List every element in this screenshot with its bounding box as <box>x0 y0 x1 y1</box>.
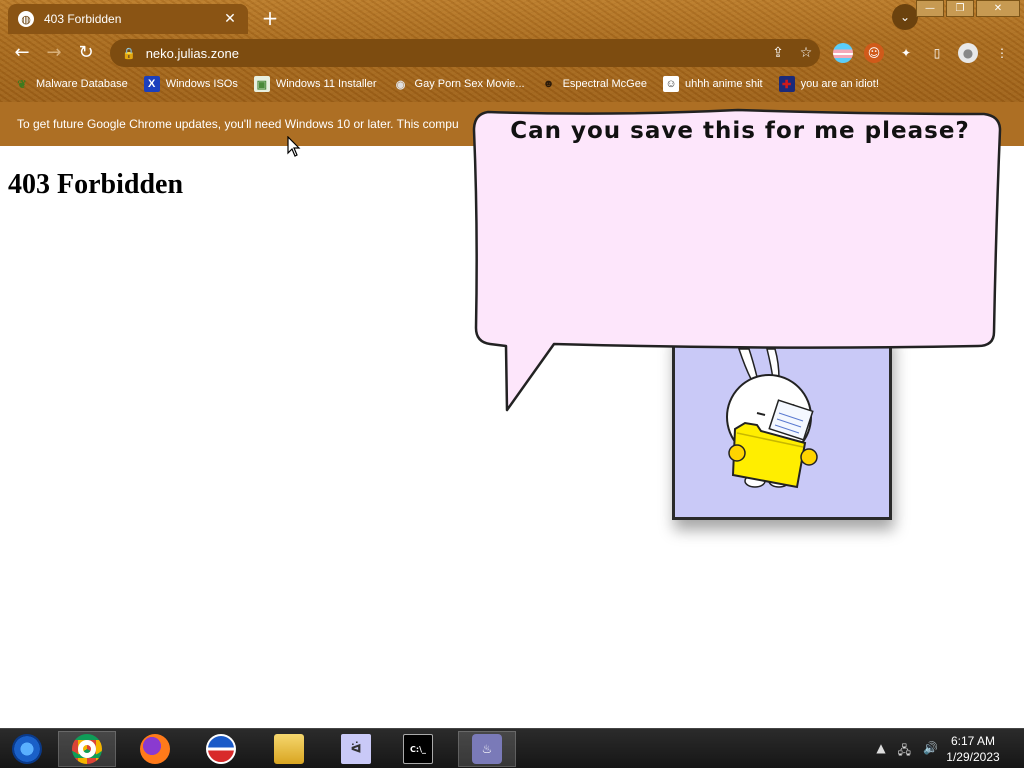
bookmark-windows-11-installer[interactable]: ▣ Windows 11 Installer <box>253 76 377 92</box>
back-icon[interactable]: ← <box>10 42 34 64</box>
bookmark-label: uhhh anime shit <box>684 78 763 90</box>
bookmark-label: you are an idiot! <box>800 78 879 90</box>
taskbar-obama-app[interactable] <box>192 731 250 767</box>
taskbar: ᐛ C:\_ ♨ ▲ 🖧 🔊 6:17 AM 1/29/2023 <box>0 728 1024 768</box>
url-text[interactable]: neko.julias.zone <box>146 46 764 61</box>
bookmark-label: Windows 11 Installer <box>275 78 377 90</box>
close-tab-icon[interactable]: ✕ <box>222 11 238 27</box>
profile-extension-icon[interactable]: ☺ <box>864 43 884 63</box>
bookmark-label: Malware Database <box>36 78 128 90</box>
folder-icon <box>274 734 304 764</box>
window-controls: — ❐ ✕ <box>914 0 1020 17</box>
restore-button[interactable]: ❐ <box>946 0 974 17</box>
taskbar-neko[interactable]: ᐛ <box>327 731 385 767</box>
clock[interactable]: 6:17 AM 1/29/2023 <box>938 733 1008 765</box>
new-tab-button[interactable]: + <box>258 6 282 30</box>
network-icon[interactable]: 🖧 <box>898 741 911 762</box>
side-panel-icon[interactable]: ▯ <box>927 43 947 63</box>
taskbar-firefox[interactable] <box>126 731 184 767</box>
share-icon[interactable]: ⇪ <box>764 45 792 61</box>
account-icon[interactable]: ● <box>958 43 978 63</box>
bookmark-you-are-an-idiot[interactable]: ✚ you are an idiot! <box>778 76 879 92</box>
lock-icon[interactable]: 🔒 <box>122 47 136 60</box>
bunny-icon: ᐛ <box>341 734 371 764</box>
bookmark-label: Windows ISOs <box>165 78 238 90</box>
chrome-icon <box>72 734 102 764</box>
toolbar: ← → ↻ 🔒 neko.julias.zone ⇪ ☆ ☺ ✦ ▯ ● ⋮ <box>0 36 1024 70</box>
bookmark-uhhh-anime-shit[interactable]: ☺ uhhh anime shit <box>662 76 763 92</box>
puzzle-icon[interactable]: ✦ <box>896 43 916 63</box>
image-icon: ▣ <box>253 76 270 92</box>
close-window-button[interactable]: ✕ <box>976 0 1020 17</box>
flag-icon: ✚ <box>778 76 795 92</box>
anime-icon: ☺ <box>662 76 679 92</box>
bookmarks-bar: ❦ Malware Database X Windows ISOs ▣ Wind… <box>0 72 1024 96</box>
start-button[interactable] <box>0 731 54 767</box>
chevron-up-icon[interactable]: ▲ <box>876 741 885 762</box>
browser-frame: ◍ 403 Forbidden ✕ + ⌄ — ❐ ✕ ← → ↻ 🔒 neko… <box>0 0 1024 102</box>
x-icon: X <box>143 76 160 92</box>
obama-logo-icon <box>206 734 236 764</box>
tab-403-forbidden[interactable]: ◍ 403 Forbidden ✕ <box>8 4 248 34</box>
globe-icon: ◍ <box>18 11 34 27</box>
speech-bubble <box>472 108 1002 412</box>
java-icon: ♨ <box>472 734 502 764</box>
forward-icon[interactable]: → <box>42 42 66 64</box>
volume-icon[interactable]: 🔊 <box>923 741 938 762</box>
address-bar[interactable]: 🔒 neko.julias.zone ⇪ ☆ <box>110 39 820 67</box>
firefox-icon <box>140 734 170 764</box>
tab-title: 403 Forbidden <box>44 12 122 26</box>
leaf-icon: ❦ <box>17 78 27 91</box>
bookmark-windows-isos[interactable]: X Windows ISOs <box>143 76 238 92</box>
speech-bubble-text: Can you save this for me please? <box>510 118 970 144</box>
clock-date: 1/29/2023 <box>946 750 1000 764</box>
taskbar-java-app[interactable]: ♨ <box>458 731 516 767</box>
bookmark-star-icon[interactable]: ☆ <box>792 45 820 61</box>
mouse-cursor-icon <box>287 136 301 157</box>
bookmark-malware-database[interactable]: ❦ Malware Database <box>14 76 128 92</box>
disc-icon: ◉ <box>395 78 406 91</box>
clock-time: 6:17 AM <box>950 734 996 748</box>
trans-flag-extension-icon[interactable] <box>833 43 853 63</box>
page-title: 403 Forbidden <box>8 169 184 200</box>
taskbar-chrome[interactable] <box>58 731 116 767</box>
bookmark-gay-porn-sex-movie[interactable]: ◉ Gay Porn Sex Movie... <box>393 76 525 92</box>
terminal-icon: C:\_ <box>403 734 433 764</box>
menu-icon[interactable]: ⋮ <box>992 43 1012 63</box>
windows-orb-icon <box>12 734 42 764</box>
bookmark-label: Espectral McGee <box>562 78 647 90</box>
taskbar-command-prompt[interactable]: C:\_ <box>389 731 447 767</box>
taskbar-file-explorer[interactable] <box>260 731 318 767</box>
bookmark-label: Gay Porn Sex Movie... <box>414 78 525 90</box>
system-tray: ▲ 🖧 🔊 <box>864 741 938 762</box>
reload-icon[interactable]: ↻ <box>74 42 98 64</box>
bookmark-espectral-mcgee[interactable]: ☻ Espectral McGee <box>541 76 647 92</box>
minimize-button[interactable]: — <box>916 0 944 17</box>
skull-icon: ☻ <box>542 78 555 90</box>
